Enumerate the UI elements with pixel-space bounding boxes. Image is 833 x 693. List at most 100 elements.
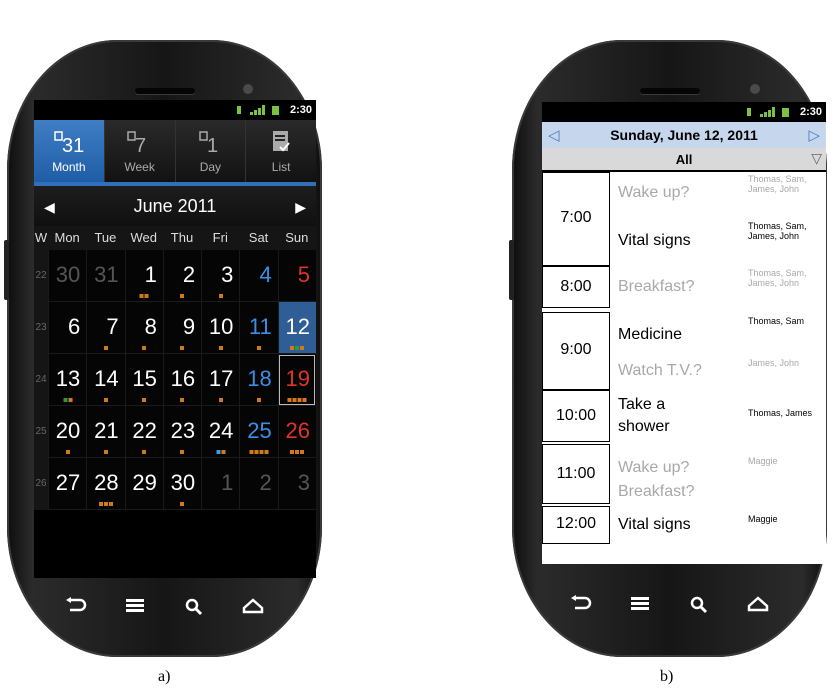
day-number: 21	[94, 418, 119, 443]
day-cell[interactable]: 27	[48, 458, 87, 510]
phone-b: 2:30 ◁ Sunday, June 12, 2011 ▷ All ▽ 7:0…	[509, 40, 827, 657]
day-cell-selected[interactable]: 12	[277, 302, 316, 354]
signal-icon	[760, 107, 775, 117]
caption-a: a)	[158, 668, 171, 685]
tab-day-label: Day	[199, 160, 222, 174]
weekday-label: W	[34, 230, 48, 245]
time-label: 11:00	[556, 465, 596, 482]
day-cell[interactable]: 9	[162, 302, 202, 354]
month-nav: ◀ June 2011 ▶	[34, 186, 316, 226]
day-number: 9	[182, 314, 196, 339]
tab-list[interactable]: List	[246, 120, 316, 182]
tab-week-glyph: 7	[135, 135, 146, 156]
event-markers	[63, 398, 73, 402]
day-cell[interactable]: 20	[48, 406, 87, 458]
tab-week-label: Week	[124, 160, 155, 174]
next-month-icon[interactable]: ▶	[295, 199, 306, 216]
tab-week[interactable]: 7 Week	[105, 120, 176, 182]
tab-day[interactable]: 1 Day	[176, 120, 247, 182]
back-button[interactable]	[552, 586, 611, 630]
day-number: 10	[208, 314, 234, 339]
day-cell[interactable]: 2	[162, 250, 202, 302]
caption-b: b)	[660, 668, 674, 685]
search-button[interactable]	[165, 588, 224, 632]
day-cell[interactable]: 13	[48, 354, 87, 406]
day-cell[interactable]: 16	[162, 354, 202, 406]
day-cell[interactable]: 2	[239, 458, 278, 510]
back-button[interactable]	[47, 588, 106, 632]
day-cell[interactable]: 21	[86, 406, 125, 458]
activity-item[interactable]: Breakfast?	[618, 278, 694, 296]
day-cell[interactable]: 15	[124, 354, 163, 406]
menu-button[interactable]	[106, 588, 165, 632]
week-row: 22 30 31 1 2 3 4 5	[34, 250, 316, 302]
day-cell[interactable]: 5	[277, 250, 316, 302]
dropdown-icon[interactable]: ▽	[811, 150, 822, 167]
day-cell[interactable]: 14	[86, 354, 125, 406]
day-cell[interactable]: 7	[86, 302, 125, 354]
day-number: 6	[68, 314, 81, 339]
day-cell[interactable]: 23	[162, 406, 202, 458]
screen-a: 2:30 31 Month 7 Week 1 Day List ◀ June 2…	[34, 100, 316, 578]
tab-month[interactable]: 31 Month	[34, 120, 105, 182]
day-cell[interactable]: 6	[48, 302, 87, 354]
event-markers	[249, 450, 269, 454]
day-number: 4	[259, 262, 272, 287]
day-cell-today[interactable]: 19	[277, 354, 316, 406]
week-number: 24	[34, 354, 48, 406]
day-cell[interactable]: 1	[124, 250, 163, 302]
volume-button	[4, 240, 9, 300]
activity-item[interactable]: Watch T.V.?	[618, 362, 702, 380]
battery-icon	[782, 108, 789, 117]
day-cell[interactable]: 4	[239, 250, 278, 302]
participants: Thomas, Sam, James, John	[748, 268, 807, 288]
day-cell[interactable]: 28	[86, 458, 125, 510]
week-number: 26	[34, 458, 48, 510]
day-number: 28	[94, 470, 119, 495]
day-cell[interactable]: 25	[239, 406, 278, 458]
day-cell[interactable]: 31	[86, 250, 125, 302]
day-cell[interactable]: 17	[201, 354, 240, 406]
hardware-nav	[47, 588, 282, 632]
time-slot: 10:00	[542, 390, 610, 442]
activity-item[interactable]: Take a shower	[618, 394, 718, 438]
day-cell[interactable]: 8	[124, 302, 163, 354]
day-cell[interactable]: 30	[48, 250, 87, 302]
day-cell[interactable]: 22	[124, 406, 163, 458]
day-number: 24	[208, 418, 234, 443]
phone-a: 2:30 31 Month 7 Week 1 Day List ◀ June 2…	[4, 40, 322, 657]
event-markers	[218, 294, 223, 298]
home-button[interactable]	[223, 588, 282, 632]
day-cell[interactable]: 24	[201, 406, 240, 458]
menu-icon	[631, 597, 650, 610]
event-markers	[139, 294, 149, 298]
activity-item[interactable]: Medicine	[618, 326, 682, 344]
menu-icon	[126, 599, 145, 612]
menu-button[interactable]	[611, 586, 670, 630]
day-number: 23	[170, 418, 196, 443]
search-button[interactable]	[670, 586, 729, 630]
earpiece-speaker	[639, 88, 700, 94]
weekday-label: Fri	[212, 230, 228, 245]
day-cell[interactable]: 11	[239, 302, 278, 354]
filter-bar[interactable]: All ▽	[542, 148, 826, 170]
day-cell[interactable]: 1	[201, 458, 240, 510]
day-cell[interactable]: 18	[239, 354, 278, 406]
day-cell[interactable]: 3	[277, 458, 316, 510]
day-cell[interactable]: 29	[124, 458, 163, 510]
activity-item[interactable]: Wake up? Breakfast?	[618, 456, 718, 504]
activity-item[interactable]: Wake up?	[618, 184, 689, 202]
day-cell[interactable]: 3	[201, 250, 240, 302]
day-cell[interactable]: 26	[277, 406, 316, 458]
activity-item[interactable]: Vital signs	[618, 516, 691, 534]
next-day-icon[interactable]: ▷	[808, 126, 820, 144]
day-cell[interactable]: 30	[162, 458, 202, 510]
status-time: 2:30	[289, 104, 312, 116]
activity-item[interactable]: Vital signs	[618, 232, 691, 250]
participants: Maggie	[748, 456, 778, 466]
day-number: 3	[297, 470, 310, 495]
day-cell[interactable]: 10	[201, 302, 240, 354]
day-number: 22	[132, 418, 157, 443]
time-slot: 7:00	[542, 172, 610, 266]
home-button[interactable]	[728, 586, 787, 630]
